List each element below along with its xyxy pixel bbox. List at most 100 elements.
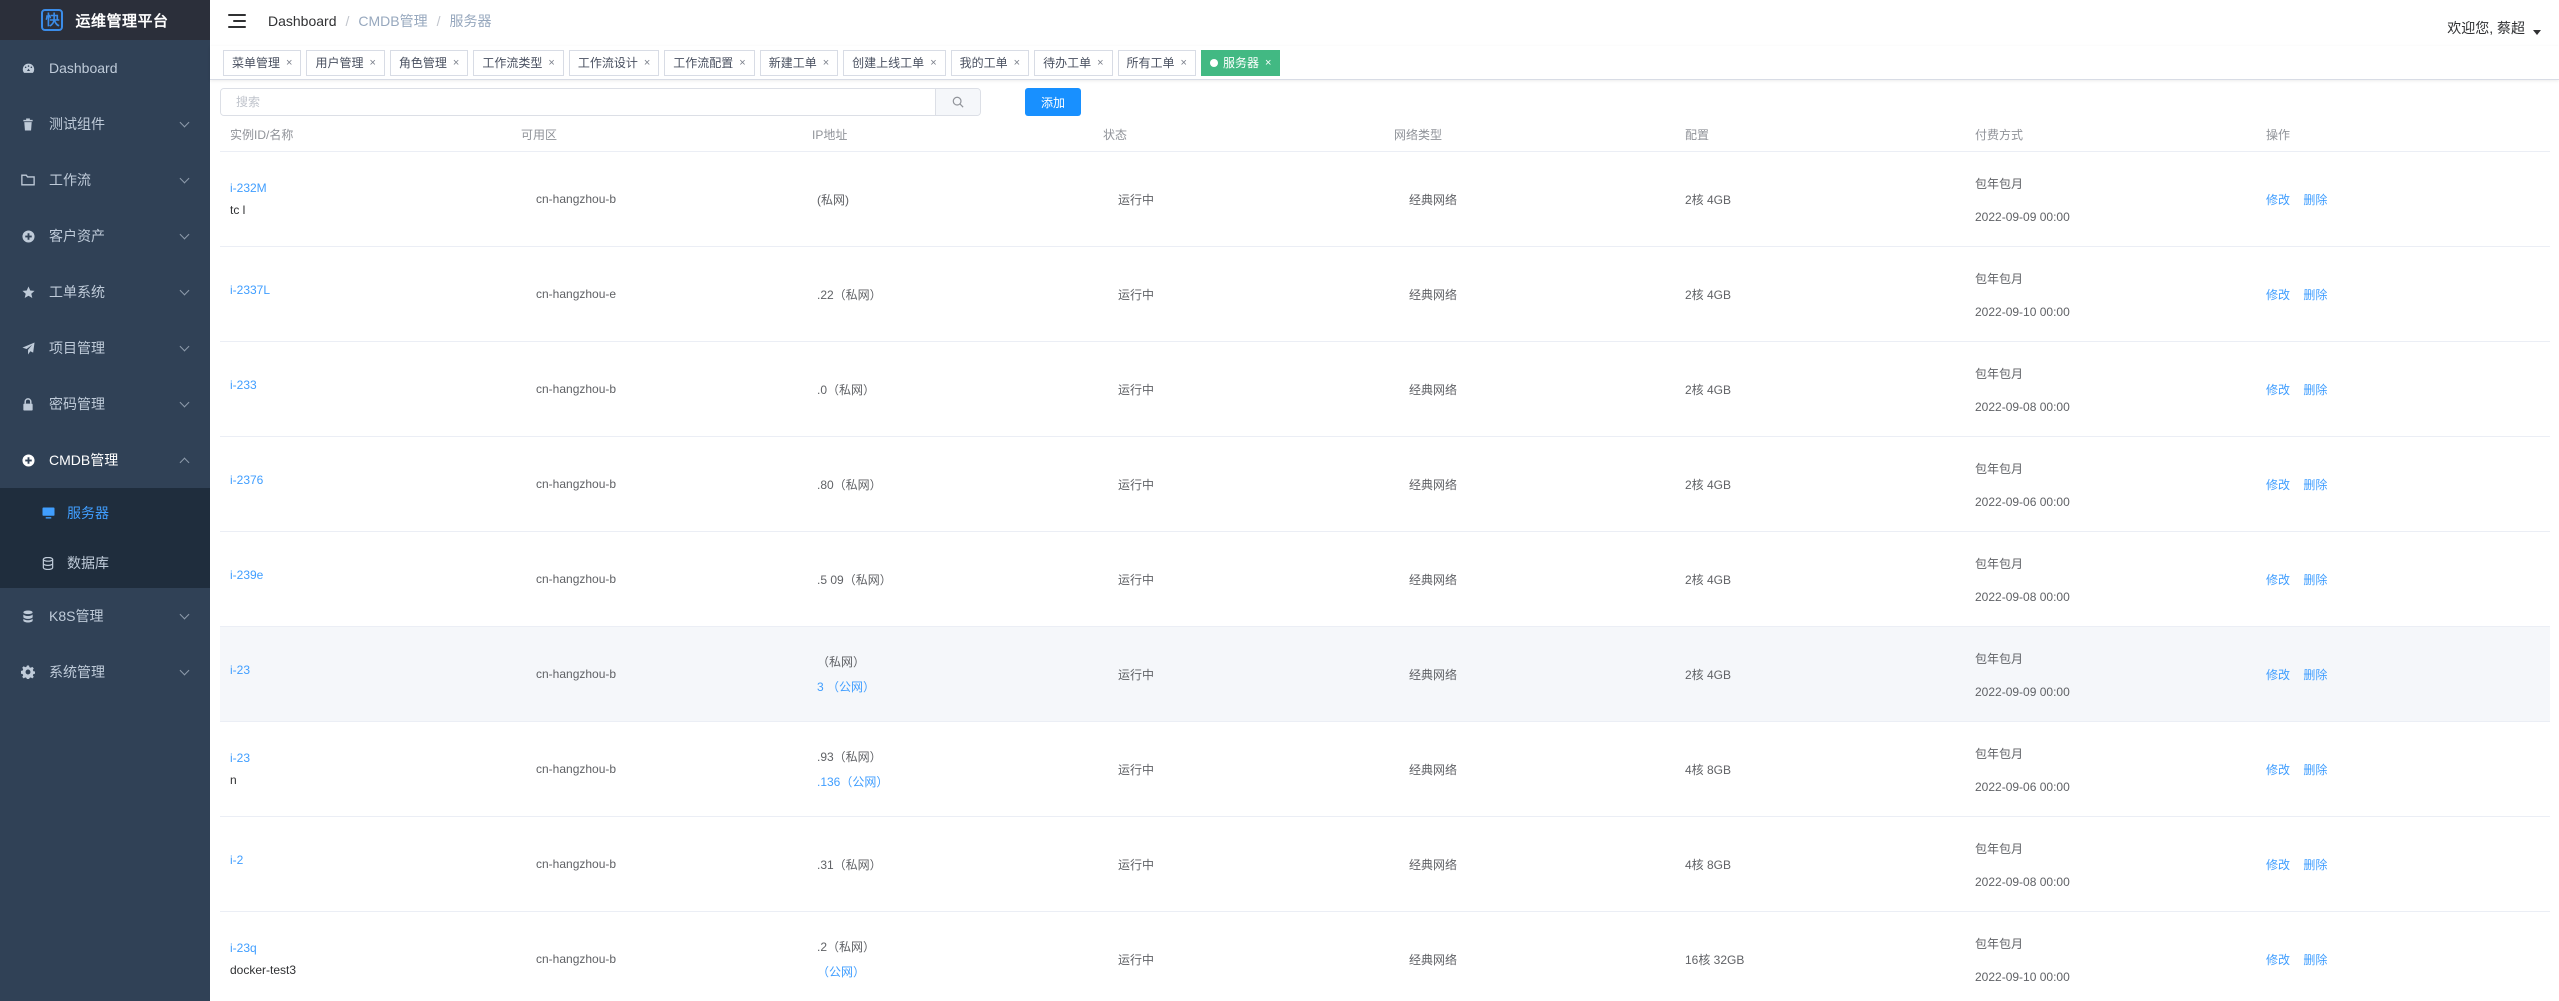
sidebar-item-password-management[interactable]: 密码管理 (0, 376, 210, 432)
delete-button[interactable]: 删除 (2303, 383, 2327, 397)
tag-menu-management[interactable]: 菜单管理 × (223, 49, 302, 76)
actions-cell: 修改 删除 (2256, 761, 2550, 778)
close-icon[interactable]: × (1265, 57, 1271, 69)
tag-role-management[interactable]: 角色管理 × (389, 49, 469, 76)
instance-id-link[interactable]: i-2337L (230, 283, 511, 297)
instance-id-link[interactable]: i-2 (230, 853, 511, 867)
tag-my-tickets[interactable]: 我的工单 × (950, 49, 1030, 76)
delete-button[interactable]: 删除 (2303, 193, 2327, 207)
search-input[interactable] (221, 89, 935, 115)
instance-id-link[interactable]: i-232M (230, 181, 511, 195)
close-icon[interactable]: × (644, 57, 650, 69)
ip-cell: .22（私网） (802, 286, 1093, 303)
tag-all-tickets[interactable]: 所有工单 × (1117, 49, 1196, 76)
status-cell: 运行中 (1118, 287, 1155, 302)
sidebar-item-k8s[interactable]: K8S管理 (0, 588, 210, 644)
instance-id-link[interactable]: i-233 (230, 378, 511, 392)
tag-new-ticket[interactable]: 新建工单 × (759, 49, 839, 76)
zone-cell: cn-hangzhou-e (536, 287, 617, 301)
tag-servers[interactable]: 服务器 × (1200, 49, 1281, 76)
instance-id-link[interactable]: i-23 (230, 663, 511, 677)
network-type-cell: 经典网络 (1409, 477, 1458, 492)
sidebar-item-customer-assets[interactable]: 客户资产 (0, 208, 210, 264)
sidebar-item-system-management[interactable]: 系统管理 (0, 644, 210, 700)
edit-button[interactable]: 修改 (2266, 858, 2290, 872)
close-icon[interactable]: × (930, 57, 936, 69)
instance-cell: i-233 (220, 378, 511, 400)
sidebar: 快 运维管理平台 Dashboard 测试组件 工作流 客户资产 工单系统 项目… (0, 0, 210, 1001)
ip-cell: .5 09（私网） (802, 571, 1093, 588)
edit-button[interactable]: 修改 (2266, 763, 2290, 777)
actions-cell: 修改 删除 (2256, 191, 2550, 208)
edit-button[interactable]: 修改 (2266, 573, 2290, 587)
close-icon[interactable]: × (1097, 57, 1103, 69)
sidebar-item-project-management[interactable]: 项目管理 (0, 320, 210, 376)
zone-cell: cn-hangzhou-b (536, 762, 617, 776)
close-icon[interactable]: × (739, 57, 745, 69)
actions-cell: 修改 删除 (2256, 381, 2550, 398)
delete-button[interactable]: 删除 (2303, 573, 2327, 587)
tag-label: 角色管理 (398, 56, 447, 70)
cmdb-submenu: 服务器 数据库 (0, 488, 210, 588)
ip-cell: (私网) (802, 191, 1093, 208)
tag-workflow-design[interactable]: 工作流设计 × (568, 49, 660, 76)
actions-cell: 修改 删除 (2256, 856, 2550, 873)
ip-public: 3 （公网） (817, 680, 876, 694)
sidebar-item-servers[interactable]: 服务器 (0, 488, 210, 538)
status-cell: 运行中 (1118, 857, 1155, 872)
close-icon[interactable]: × (453, 57, 459, 69)
config-cell: 2核 4GB (1685, 287, 1732, 302)
close-icon[interactable]: × (1181, 57, 1187, 69)
sidebar-item-test-components[interactable]: 测试组件 (0, 96, 210, 152)
sidebar-item-label: 密码管理 (49, 396, 105, 412)
tag-workflow-type[interactable]: 工作流类型 × (473, 49, 564, 76)
column-header: 状态 (1103, 128, 1128, 142)
sidebar-item-ticket-system[interactable]: 工单系统 (0, 264, 210, 320)
edit-button[interactable]: 修改 (2266, 383, 2290, 397)
edit-button[interactable]: 修改 (2266, 288, 2290, 302)
instance-id-link[interactable]: i-23 (230, 751, 511, 765)
network-type-cell: 经典网络 (1409, 667, 1458, 682)
close-icon[interactable]: × (1014, 57, 1020, 69)
add-button[interactable]: 添加 (1025, 88, 1081, 116)
breadcrumb-dashboard[interactable]: Dashboard (268, 13, 337, 29)
edit-button[interactable]: 修改 (2266, 478, 2290, 492)
delete-button[interactable]: 删除 (2303, 288, 2327, 302)
sidebar-item-cmdb[interactable]: CMDB管理 (0, 432, 210, 488)
edit-button[interactable]: 修改 (2266, 668, 2290, 682)
instance-cell: i-23q docker-test3 (220, 941, 511, 977)
table-row: i-23q docker-test3 cn-hangzhou-b .2（私网） … (220, 912, 2550, 1001)
expire-time: 2022-09-08 00:00 (1975, 589, 2070, 604)
sidebar-item-dashboard[interactable]: Dashboard (0, 40, 210, 96)
payment-cell: 包年包月 2022-09-10 00:00 (1965, 935, 2256, 984)
tag-create-release-ticket[interactable]: 创建上线工单 × (843, 49, 946, 76)
close-icon[interactable]: × (823, 57, 829, 69)
edit-button[interactable]: 修改 (2266, 193, 2290, 207)
tag-todo-tickets[interactable]: 待办工单 × (1034, 49, 1113, 76)
sidebar-item-workflow[interactable]: 工作流 (0, 152, 210, 208)
instance-id-link[interactable]: i-239e (230, 568, 511, 582)
instance-id-link[interactable]: i-2376 (230, 473, 511, 487)
instance-id-link[interactable]: i-23q (230, 941, 511, 955)
user-menu[interactable]: 欢迎您, 蔡超 (2447, 18, 2541, 38)
send-icon (19, 339, 37, 357)
database-icon (40, 555, 56, 571)
close-icon[interactable]: × (548, 57, 554, 69)
search-button[interactable] (935, 89, 980, 115)
delete-button[interactable]: 删除 (2303, 668, 2327, 682)
zone-cell: cn-hangzhou-b (536, 192, 617, 206)
hamburger-menu-icon[interactable] (228, 14, 246, 28)
close-icon[interactable]: × (369, 57, 375, 69)
delete-button[interactable]: 删除 (2303, 858, 2327, 872)
delete-button[interactable]: 删除 (2303, 763, 2327, 777)
logo[interactable]: 快 运维管理平台 (0, 0, 210, 40)
tag-user-management[interactable]: 用户管理 × (306, 49, 385, 76)
column-header: 付费方式 (1975, 128, 2024, 142)
sidebar-item-databases[interactable]: 数据库 (0, 538, 210, 588)
edit-button[interactable]: 修改 (2266, 953, 2290, 967)
delete-button[interactable]: 删除 (2303, 953, 2327, 967)
close-icon[interactable]: × (286, 57, 292, 69)
toolbar: 添加 (220, 88, 1081, 116)
delete-button[interactable]: 删除 (2303, 478, 2327, 492)
tag-workflow-config[interactable]: 工作流配置 × (664, 49, 755, 76)
